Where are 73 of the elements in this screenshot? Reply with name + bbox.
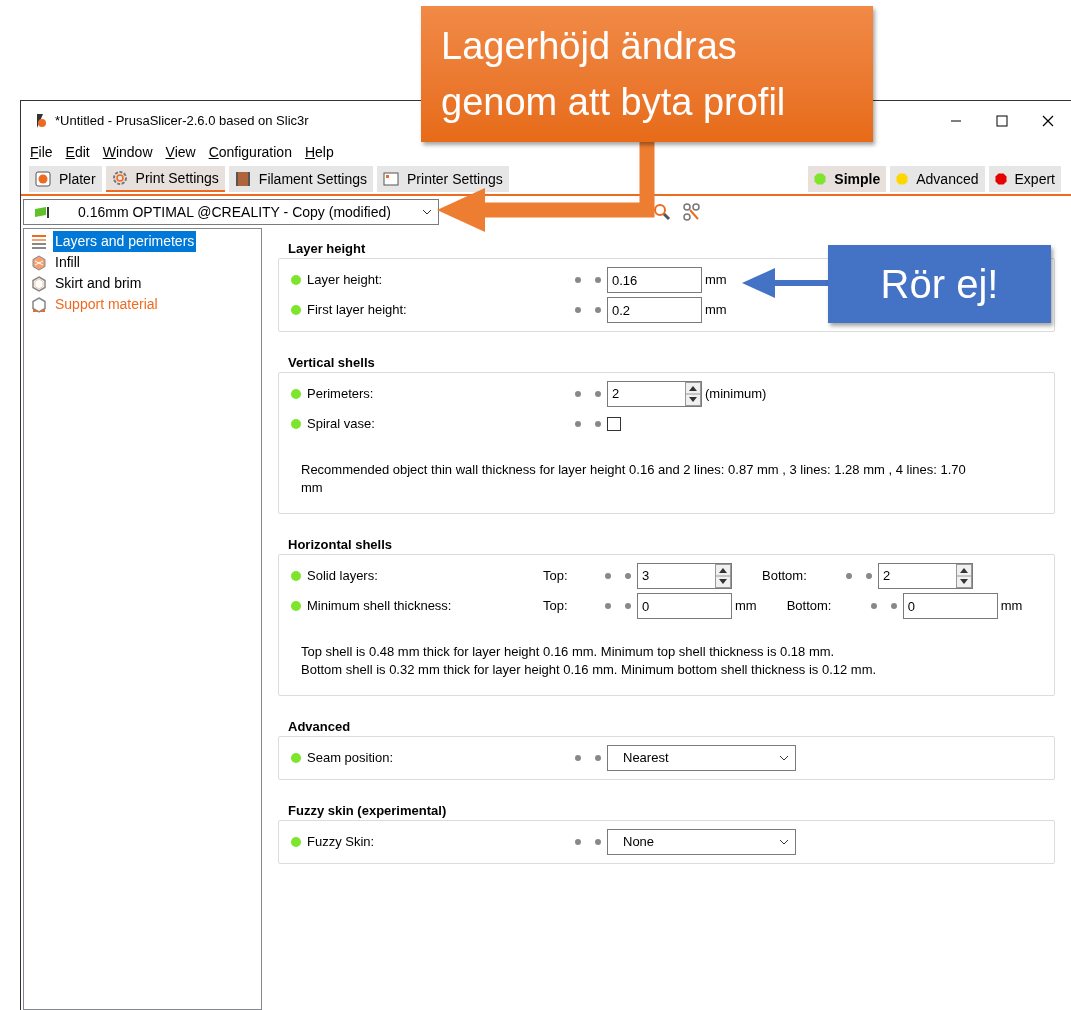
layers-icon xyxy=(31,233,47,250)
unit-label: mm xyxy=(705,301,727,320)
number-field[interactable]: 0 xyxy=(637,593,732,619)
hexagon-icon xyxy=(31,275,47,292)
spin-arrows-icon xyxy=(685,382,701,406)
field-label: Solid layers: xyxy=(307,567,379,586)
info-text: Top shell is 0.48 mm thick for layer height 0.16 mm. Minimum top shell thickness is 0.18 mm. Bottom shell is 0.32 mm thick for layer height 0.16 mm. Minimum bottom shell thickness is 0.12 mm. xyxy=(300,643,878,679)
close-icon xyxy=(1042,115,1054,127)
cube-icon xyxy=(35,171,51,187)
window-icon xyxy=(383,171,399,187)
maximize-icon xyxy=(996,115,1008,127)
menu-item[interactable]: Help xyxy=(304,141,334,163)
field-label: Spiral vase: xyxy=(307,415,376,434)
sidebar-item[interactable]: Skirt and brim xyxy=(53,273,144,294)
chevron-down-icon xyxy=(422,209,432,215)
field-label: Minimum shell thickness: xyxy=(307,597,453,616)
field-label: Top: xyxy=(543,567,569,586)
settings-tab[interactable]: Print Settings xyxy=(105,166,225,192)
infill-icon xyxy=(31,254,47,271)
compare-icon[interactable] xyxy=(683,203,701,221)
mode-button[interactable]: Advanced xyxy=(890,166,985,192)
section-title: Fuzzy skin (experimental) xyxy=(288,802,448,820)
window-title: *Untitled - PrusaSlicer-2.6.0 based on Slic3r xyxy=(55,112,309,131)
menu-item[interactable]: Window xyxy=(102,141,153,163)
annotation-callout: Rör ej! xyxy=(828,245,1051,323)
settings-tab[interactable]: Filament Settings xyxy=(228,166,373,192)
support-icon xyxy=(31,296,47,313)
spin-arrows-icon xyxy=(715,564,731,588)
unit-label: mm xyxy=(705,271,727,290)
annotation-callout: Lagerhöjd ändras genom att byta profil xyxy=(421,6,873,142)
field-label: Seam position: xyxy=(307,749,394,768)
section-title: Layer height xyxy=(288,240,367,258)
unit-label: mm xyxy=(1000,597,1023,616)
field-label: Bottom: xyxy=(786,597,833,616)
number-field[interactable]: 0.2 xyxy=(607,297,702,323)
dropdown[interactable]: None xyxy=(607,829,796,855)
menu-item[interactable]: Edit xyxy=(65,141,90,163)
search-icon[interactable] xyxy=(653,203,671,221)
gear-icon xyxy=(111,170,128,186)
field-label: Layer height: xyxy=(307,271,384,290)
chevron-down-icon xyxy=(779,839,789,845)
settings-tab[interactable]: Printer Settings xyxy=(377,166,509,192)
preset-dropdown[interactable]: 0.16mm OPTIMAL @CREALITY - Copy (modified) xyxy=(23,199,439,225)
settings-tab[interactable]: Plater xyxy=(29,166,102,192)
section-title: Advanced xyxy=(288,718,352,736)
section-title: Vertical shells xyxy=(288,354,376,372)
dropdown[interactable]: Nearest xyxy=(607,745,796,771)
unit-label: (minimum) xyxy=(705,385,767,404)
field-label: Top: xyxy=(543,597,569,616)
sidebar-item[interactable]: Layers and perimeters xyxy=(53,231,197,252)
chevron-down-icon xyxy=(779,755,789,761)
mode-button[interactable]: Simple xyxy=(808,166,887,192)
number-field[interactable]: 0.16 xyxy=(607,267,702,293)
unit-label: mm xyxy=(735,597,757,616)
info-text: Recommended object thin wall thickness for layer height 0.16 and 2 lines: 0.87 mm , 3 lines: 1.28 mm , 4 lines: 1.70 mm xyxy=(300,461,967,497)
sidebar-item[interactable]: Infill xyxy=(53,252,82,273)
spin-field[interactable]: 2 xyxy=(607,381,702,407)
spin-field[interactable]: 2 xyxy=(878,563,973,589)
field-label: Fuzzy Skin: xyxy=(307,833,376,852)
field-label: Bottom: xyxy=(762,567,808,586)
spin-field[interactable]: 3 xyxy=(637,563,732,589)
spin-arrows-icon xyxy=(956,564,972,588)
menu-item[interactable]: Configuration xyxy=(208,141,292,163)
flag-icon xyxy=(34,206,50,218)
menu-item[interactable]: View xyxy=(165,141,196,163)
field-label: Perimeters: xyxy=(307,385,375,404)
section-title: Horizontal shells xyxy=(288,536,394,554)
checkbox[interactable] xyxy=(607,417,621,431)
number-field[interactable]: 0 xyxy=(902,593,998,619)
menu-item[interactable]: File xyxy=(30,141,53,163)
mode-button[interactable]: Expert xyxy=(988,166,1061,192)
spool-icon xyxy=(234,171,251,187)
field-label: First layer height: xyxy=(307,301,408,320)
